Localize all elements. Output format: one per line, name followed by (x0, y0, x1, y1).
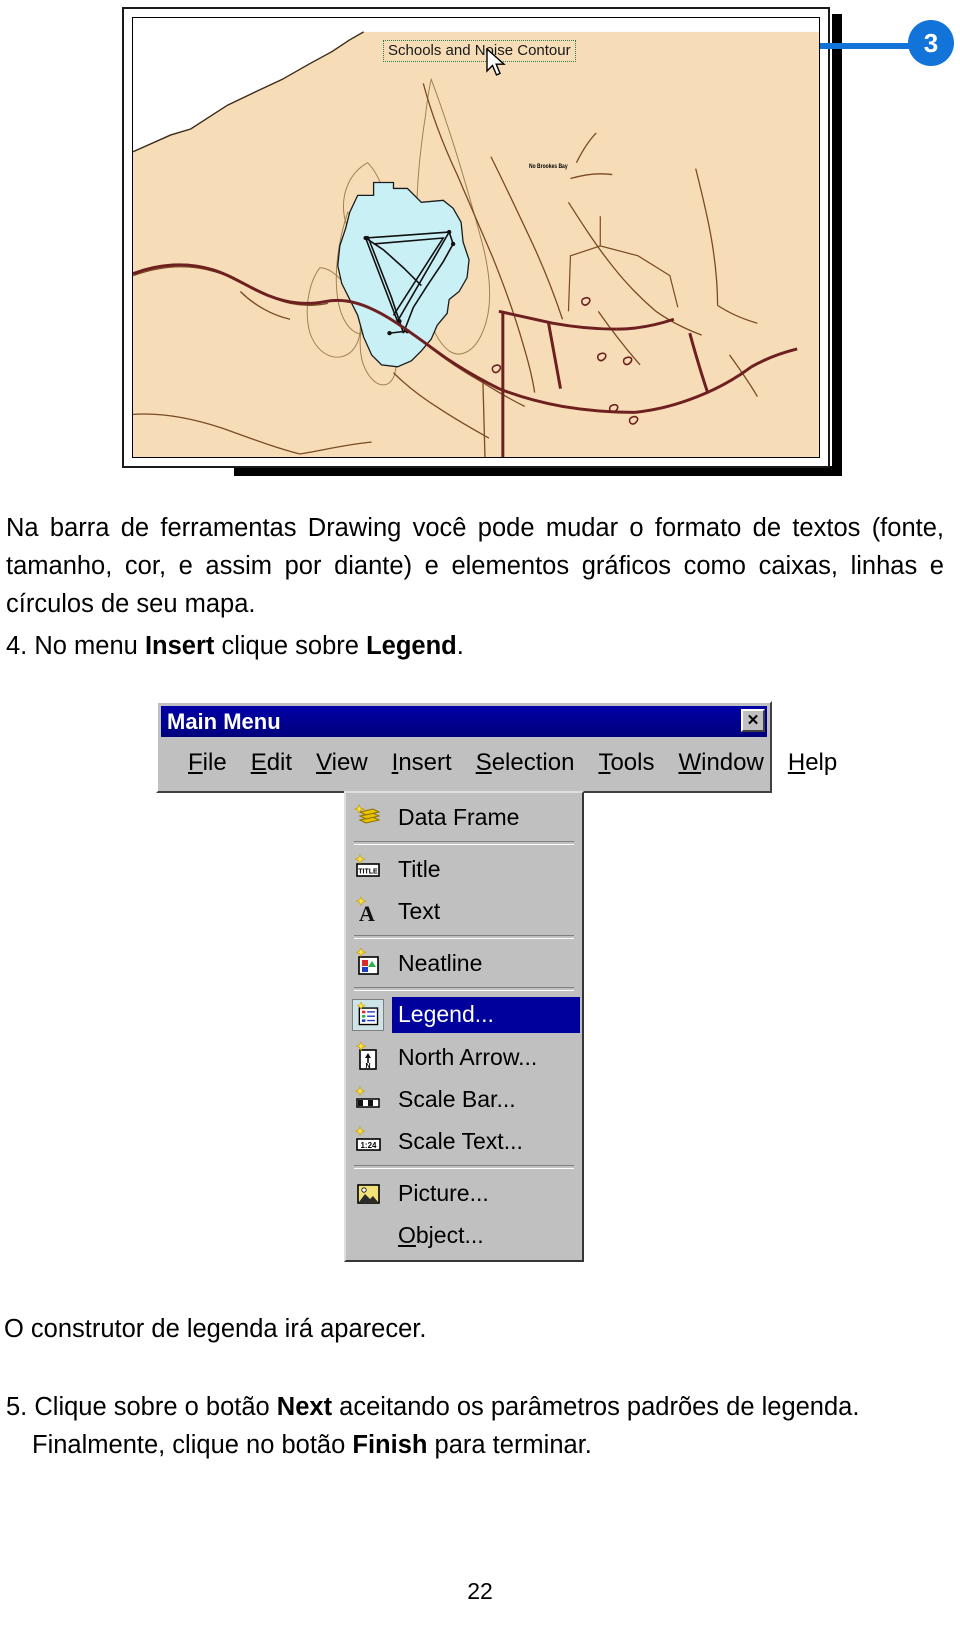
map-frame-inner: Schools and Noise Contour No Brookes Bay (132, 17, 820, 458)
step-5-bold-next: Next (276, 1393, 333, 1421)
menu-item-selection-rest: election (491, 749, 575, 776)
dropdown-item-data-frame[interactable]: Data Frame (348, 796, 580, 838)
dropdown-label-scale-bar: Scale Bar... (398, 1085, 516, 1112)
menu-item-help[interactable]: Help (786, 748, 839, 778)
insert-dropdown-menu: Data Frame TITLE Title A Text Neatline L… (344, 791, 584, 1262)
map-place-label: No Brookes Bay (529, 163, 568, 171)
object-icon (352, 1219, 384, 1251)
dropdown-item-scale-bar[interactable]: Scale Bar... (348, 1078, 580, 1120)
menu-item-selection-mnemonic: S (475, 749, 492, 776)
menu-item-window-rest: indow (701, 749, 764, 776)
picture-icon (352, 1177, 384, 1209)
dropdown-item-title[interactable]: TITLE Title (348, 848, 580, 890)
callout-leader-line (820, 43, 920, 49)
north-arrow-icon: N (352, 1041, 384, 1073)
step-5-line-2: Finalmente, clique no botão Finish para … (6, 1426, 944, 1464)
map-figure: Schools and Noise Contour No Brookes Bay (112, 2, 842, 476)
step-5-number: 5. (6, 1393, 28, 1421)
dropdown-item-neatline[interactable]: Neatline (348, 942, 580, 984)
text-icon: A (352, 895, 384, 927)
step-4-text-middle: clique sobre (214, 632, 367, 660)
main-menu-titlebar[interactable]: Main Menu ✕ (161, 706, 767, 737)
step-5-text-1: Clique sobre o botão (34, 1393, 277, 1421)
step-4-text-after: . (456, 632, 464, 660)
dropdown-label-picture: Picture... (398, 1179, 489, 1206)
data-frame-icon (352, 801, 384, 833)
dropdown-separator-3 (354, 987, 574, 991)
scale-text-icon: 1:24 (352, 1125, 384, 1157)
legend-icon (352, 999, 384, 1031)
step-5-text-4: para terminar. (427, 1431, 592, 1459)
svg-text:TITLE: TITLE (358, 869, 378, 876)
intro-paragraph: Na barra de ferramentas Drawing você pod… (6, 509, 944, 623)
svg-text:N: N (365, 1063, 370, 1070)
dropdown-label-north-arrow: North Arrow... (398, 1043, 538, 1070)
window-title: Main Menu (167, 708, 281, 734)
menu-item-insert-rest: nsert (398, 749, 452, 776)
step-4-bold-insert: Insert (144, 632, 215, 660)
dropdown-item-north-arrow[interactable]: N North Arrow... (348, 1036, 580, 1078)
main-menu-window: Main Menu ✕ File Edit View Insert Select… (156, 701, 837, 793)
step-4: 4. No menu Insert clique sobre Legend. (6, 627, 706, 665)
step-5-bold-finish: Finish (352, 1431, 428, 1459)
menu-item-edit[interactable]: Edit (249, 748, 294, 778)
dropdown-item-legend[interactable]: Legend... (348, 994, 580, 1036)
object-rest: bject... (415, 1221, 484, 1248)
svg-text:1:24: 1:24 (360, 1141, 377, 1150)
menu-item-edit-mnemonic: E (250, 749, 267, 776)
dropdown-label-legend: Legend... (392, 997, 580, 1033)
menu-item-help-mnemonic: H (787, 749, 806, 776)
dropdown-item-picture[interactable]: Picture... (348, 1172, 580, 1214)
map-drawing (133, 18, 819, 457)
intro-line-1: Na barra de ferramentas Drawing você pod… (6, 514, 861, 542)
step-5-text-3: Finalmente, clique no botão (32, 1431, 353, 1459)
menu-item-edit-rest: dit (266, 749, 293, 776)
menu-item-view[interactable]: View (314, 748, 370, 778)
menu-item-selection[interactable]: Selection (474, 748, 577, 778)
step-4-bold-legend: Legend (366, 632, 457, 660)
menu-item-insert[interactable]: Insert (390, 748, 454, 778)
menu-item-file[interactable]: File (186, 748, 229, 778)
title-icon: TITLE (352, 853, 384, 885)
step-5-text-2: aceitando os parâmetros padrões de legen… (332, 1393, 860, 1421)
map-title-label: Schools and Noise Contour (388, 42, 571, 59)
menu-item-tools[interactable]: Tools (596, 748, 656, 778)
close-icon[interactable]: ✕ (741, 709, 765, 732)
dropdown-item-object[interactable]: Object... (348, 1214, 580, 1256)
callout-3: 3 (820, 20, 954, 78)
dropdown-label-neatline: Neatline (398, 949, 483, 976)
page-number: 22 (467, 1578, 493, 1604)
dropdown-separator-4 (354, 1165, 574, 1169)
object-mnemonic: O (398, 1221, 416, 1248)
dropdown-separator-2 (354, 935, 574, 939)
menu-item-view-rest: iew (331, 749, 368, 776)
map-title-textbox[interactable]: Schools and Noise Contour (383, 40, 576, 62)
menu-item-view-mnemonic: V (316, 749, 332, 776)
map-frame-outer: Schools and Noise Contour No Brookes Bay (122, 7, 830, 468)
menu-item-tools-mnemonic: T (598, 749, 611, 776)
menu-item-file-rest: ile (202, 749, 227, 776)
map-shadow-right (832, 14, 842, 476)
dropdown-item-scale-text[interactable]: 1:24 Scale Text... (348, 1120, 580, 1162)
dropdown-label-data-frame: Data Frame (398, 803, 520, 830)
dropdown-label-object: Object... (398, 1221, 484, 1248)
menu-item-file-mnemonic: F (188, 749, 203, 776)
menu-item-window[interactable]: Window (676, 748, 765, 778)
dropdown-separator-1 (354, 841, 574, 845)
menu-item-help-rest: elp (805, 749, 838, 776)
dropdown-label-text: Text (398, 897, 441, 924)
callout-badge: 3 (908, 20, 954, 66)
dropdown-item-text[interactable]: A Text (348, 890, 580, 932)
step-4-number: 4. (6, 632, 28, 660)
step-5: 5. Clique sobre o botão Next aceitando o… (6, 1388, 944, 1464)
menu-item-window-mnemonic: W (678, 749, 702, 776)
neatline-icon (352, 947, 384, 979)
menu-bar: File Edit View Insert Selection Tools Wi… (161, 741, 837, 785)
step-4-text-before: No menu (34, 632, 145, 660)
dropdown-label-title: Title (398, 855, 441, 882)
scale-bar-icon (352, 1083, 384, 1115)
menu-item-tools-rest: ools (610, 749, 655, 776)
dropdown-label-scale-text: Scale Text... (398, 1127, 523, 1154)
constructor-paragraph: O construtor de legenda irá aparecer. (4, 1315, 427, 1343)
